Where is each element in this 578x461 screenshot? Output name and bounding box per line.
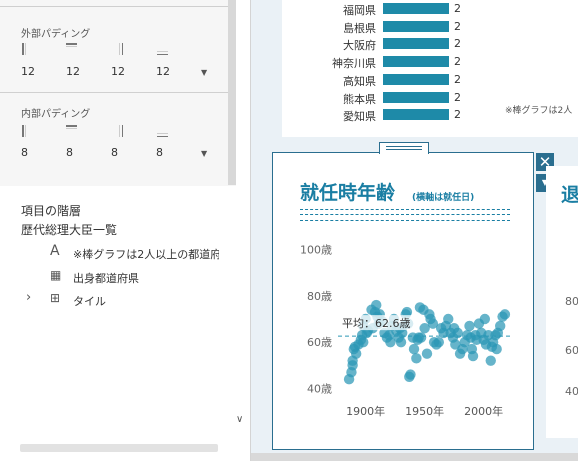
title-divider — [300, 214, 510, 215]
scatter-point[interactable] — [433, 336, 445, 348]
scatter-point[interactable] — [467, 350, 479, 362]
bar[interactable] — [383, 91, 449, 103]
pad-left-icon[interactable] — [22, 43, 33, 55]
age-scatter-chart: 100歳 80歳 60歳 40歳 1900年 1950年 2000年 平均：62.6歳 — [300, 244, 512, 418]
inner-pad-left-value[interactable]: 8 — [21, 146, 28, 159]
title-divider — [300, 220, 510, 221]
bar-label: 大阪府 — [343, 39, 376, 53]
outer-pad-right-value[interactable]: 12 — [111, 65, 125, 78]
canvas-scrollbar[interactable] — [251, 453, 578, 461]
average-label: 平均：62.6歳 — [342, 317, 411, 330]
title-divider — [300, 209, 510, 210]
scatter-point[interactable] — [494, 320, 506, 332]
scatter-point[interactable] — [350, 348, 362, 359]
bar-value: 2 — [454, 37, 461, 51]
bar-label: 愛知県 — [343, 110, 376, 124]
inner-pad-top-icon[interactable] — [66, 125, 77, 137]
outer-padding-dropdown-icon[interactable]: ▼ — [201, 68, 207, 77]
y-tick-label: 100歳 — [300, 244, 332, 257]
scatter-point[interactable] — [371, 299, 382, 311]
bar-label: 福岡県 — [343, 4, 376, 17]
retirement-y-tick-label: 80歳 — [565, 295, 578, 308]
scatter-point[interactable] — [464, 320, 475, 332]
panel-scrollbar[interactable] — [228, 0, 236, 185]
hierarchy-item-sheet[interactable]: 出身都道府県 — [73, 270, 139, 286]
retirement-chart-title: 退 — [561, 184, 578, 206]
scatter-point[interactable] — [358, 336, 369, 348]
scatter-point[interactable] — [443, 313, 454, 325]
bar-value: 2 — [454, 90, 461, 104]
inner-pad-right-icon[interactable] — [112, 125, 123, 137]
bar-label: 高知県 — [343, 74, 376, 88]
bar-value: 2 — [454, 108, 461, 122]
scatter-point[interactable] — [395, 336, 407, 348]
hierarchy-item-tile[interactable]: タイル — [73, 293, 106, 309]
expand-chevron-icon[interactable]: › — [26, 290, 31, 305]
bar-chart-note: ※棒グラフは2人 — [505, 106, 573, 116]
inner-pad-right-value[interactable]: 8 — [111, 146, 118, 159]
retirement-y-tick-label: 40歳 — [565, 385, 578, 398]
y-tick-label: 60歳 — [307, 336, 332, 349]
scatter-point[interactable] — [485, 355, 496, 366]
scatter-point[interactable] — [479, 313, 491, 325]
bar-label: 熊本県 — [343, 92, 376, 106]
inner-padding-dropdown-icon[interactable]: ▼ — [201, 149, 207, 158]
chart-subtitle: (横軸は就任日) — [412, 193, 475, 203]
scatter-point[interactable] — [411, 353, 422, 364]
horizontal-scrollbar[interactable] — [20, 444, 218, 452]
inner-padding-title: 内部パディング — [21, 109, 91, 120]
bar-value: 2 — [454, 55, 461, 69]
format-panel: 外部パディング 12 12 12 12 ▼ 内部パディング 8 8 8 8 ▼ … — [0, 0, 251, 461]
y-tick-label: 80歳 — [307, 290, 332, 303]
outer-pad-left-value[interactable]: 12 — [21, 65, 35, 78]
x-tick-label: 2000年 — [464, 404, 503, 418]
scatter-point[interactable] — [408, 343, 420, 355]
bar[interactable] — [383, 3, 449, 14]
x-tick-label: 1950年 — [405, 404, 444, 418]
bar[interactable] — [383, 109, 449, 121]
text-icon: A — [50, 243, 60, 259]
bar[interactable] — [383, 38, 449, 50]
bar[interactable] — [383, 20, 449, 32]
retirement-y-tick-label: 60歳 — [565, 344, 578, 357]
pad-top-icon[interactable] — [66, 43, 77, 55]
outer-pad-bottom-value[interactable]: 12 — [156, 65, 170, 78]
x-tick-label: 1900年 — [346, 404, 385, 418]
scatter-point[interactable] — [452, 327, 463, 339]
bar[interactable] — [383, 73, 449, 85]
inner-pad-bottom-icon[interactable] — [157, 125, 168, 137]
divider — [0, 92, 228, 93]
bar-value: 2 — [454, 19, 461, 33]
bar-label: 島根県 — [343, 21, 376, 35]
scatter-point[interactable] — [499, 309, 511, 320]
scatter-point[interactable] — [415, 332, 427, 343]
hierarchy-item-text[interactable]: ※棒グラフは2人以上の都道府 — [73, 246, 219, 262]
divider — [0, 6, 228, 7]
inner-pad-top-value[interactable]: 8 — [66, 146, 73, 159]
bar-value: 2 — [454, 72, 461, 86]
bar-label: 神奈川県 — [332, 57, 376, 71]
scatter-point[interactable] — [421, 348, 433, 359]
pad-right-icon[interactable] — [112, 43, 123, 55]
y-tick-label: 40歳 — [307, 382, 332, 395]
scatter-point[interactable] — [491, 343, 502, 355]
scatter-point[interactable] — [405, 369, 416, 380]
bar-value: 2 — [454, 2, 461, 15]
drag-handle[interactable] — [379, 142, 429, 154]
hierarchy-root[interactable]: 歴代総理大臣一覧 — [21, 221, 117, 238]
chart-title: 就任時年齢 — [300, 182, 396, 204]
pad-bottom-icon[interactable] — [157, 43, 168, 55]
inner-pad-bottom-value[interactable]: 8 — [156, 146, 163, 159]
hierarchy-title: 項目の階層 — [21, 204, 82, 218]
outer-padding-title: 外部パディング — [21, 29, 91, 40]
scroll-down-icon[interactable]: ∨ — [236, 414, 243, 425]
sheet-icon: ▦ — [50, 268, 62, 282]
tile-icon: ⊞ — [50, 291, 61, 305]
bar[interactable] — [383, 56, 449, 68]
inner-pad-left-icon[interactable] — [22, 125, 33, 137]
outer-pad-top-value[interactable]: 12 — [66, 65, 80, 78]
